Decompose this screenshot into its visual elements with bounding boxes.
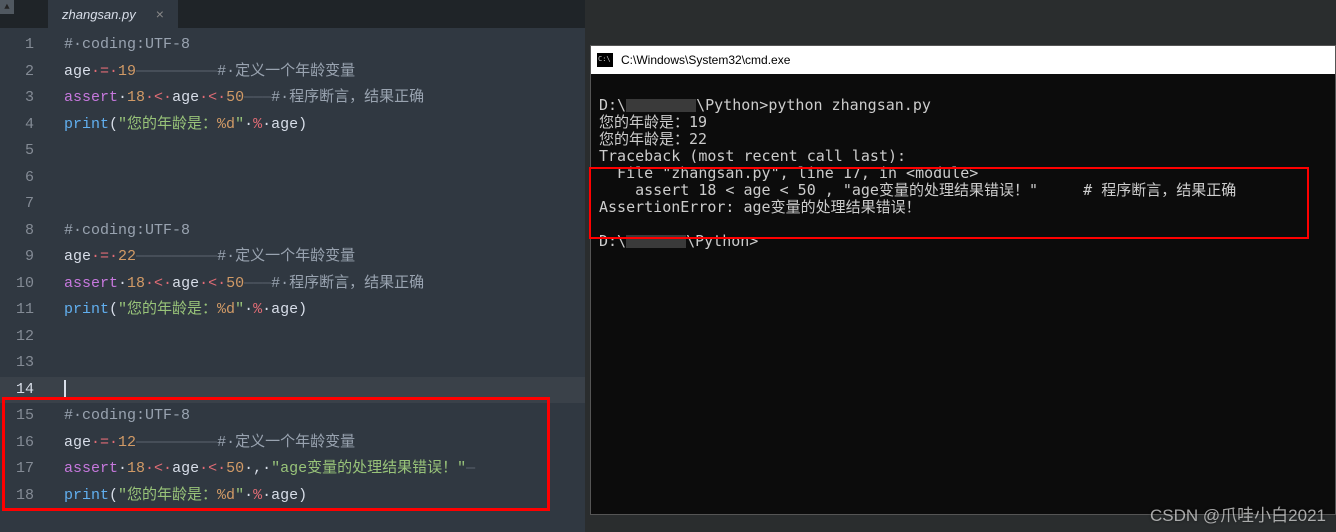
line-number: 9 (0, 244, 48, 271)
tab-label: zhangsan.py (62, 7, 136, 22)
line-number: 13 (0, 350, 48, 377)
line-number: 16 (0, 430, 48, 457)
scroll-arrow-icon[interactable]: ▲ (0, 0, 14, 14)
gutter: 1 2 3 4 5 6 7 8 9 10 11 12 13 14 15 16 1… (0, 28, 48, 532)
line-number: 1 (0, 32, 48, 59)
code-text: #·coding:UTF-8 (64, 36, 190, 53)
close-icon[interactable]: × (156, 6, 164, 22)
watermark: CSDN @爪哇小白2021 (1150, 501, 1326, 526)
line-number: 11 (0, 297, 48, 324)
line-number: 4 (0, 112, 48, 139)
cmd-titlebar[interactable]: C:\Windows\System32\cmd.exe (591, 46, 1335, 74)
line-number: 5 (0, 138, 48, 165)
line-number: 2 (0, 59, 48, 86)
code-area: 1 2 3 4 5 6 7 8 9 10 11 12 13 14 15 16 1… (0, 28, 585, 532)
cmd-title-text: C:\Windows\System32\cmd.exe (621, 53, 790, 67)
cmd-body[interactable]: D:\\Python>python zhangsan.py 您的年龄是：19 您… (591, 74, 1335, 256)
line-number: 6 (0, 165, 48, 192)
cursor-icon (64, 380, 66, 398)
tab-zhangsan[interactable]: zhangsan.py × (48, 0, 178, 28)
line-number: 10 (0, 271, 48, 298)
cmd-window: C:\Windows\System32\cmd.exe D:\\Python>p… (590, 45, 1336, 515)
redacted-text (626, 235, 686, 248)
editor-pane: ▲ zhangsan.py × 1 2 3 4 5 6 7 8 9 10 11 … (0, 0, 585, 532)
line-number: 17 (0, 456, 48, 483)
line-number: 3 (0, 85, 48, 112)
line-number: 18 (0, 483, 48, 510)
cmd-icon (597, 53, 613, 67)
line-number: 14 (0, 377, 48, 404)
line-number: 12 (0, 324, 48, 351)
line-number: 15 (0, 403, 48, 430)
line-number: 7 (0, 191, 48, 218)
redacted-text (626, 99, 696, 112)
line-number: 8 (0, 218, 48, 245)
code-content[interactable]: #·coding:UTF-8 age·=·19—————————#·定义一个年龄… (48, 28, 585, 532)
tab-bar: zhangsan.py × (0, 0, 585, 28)
